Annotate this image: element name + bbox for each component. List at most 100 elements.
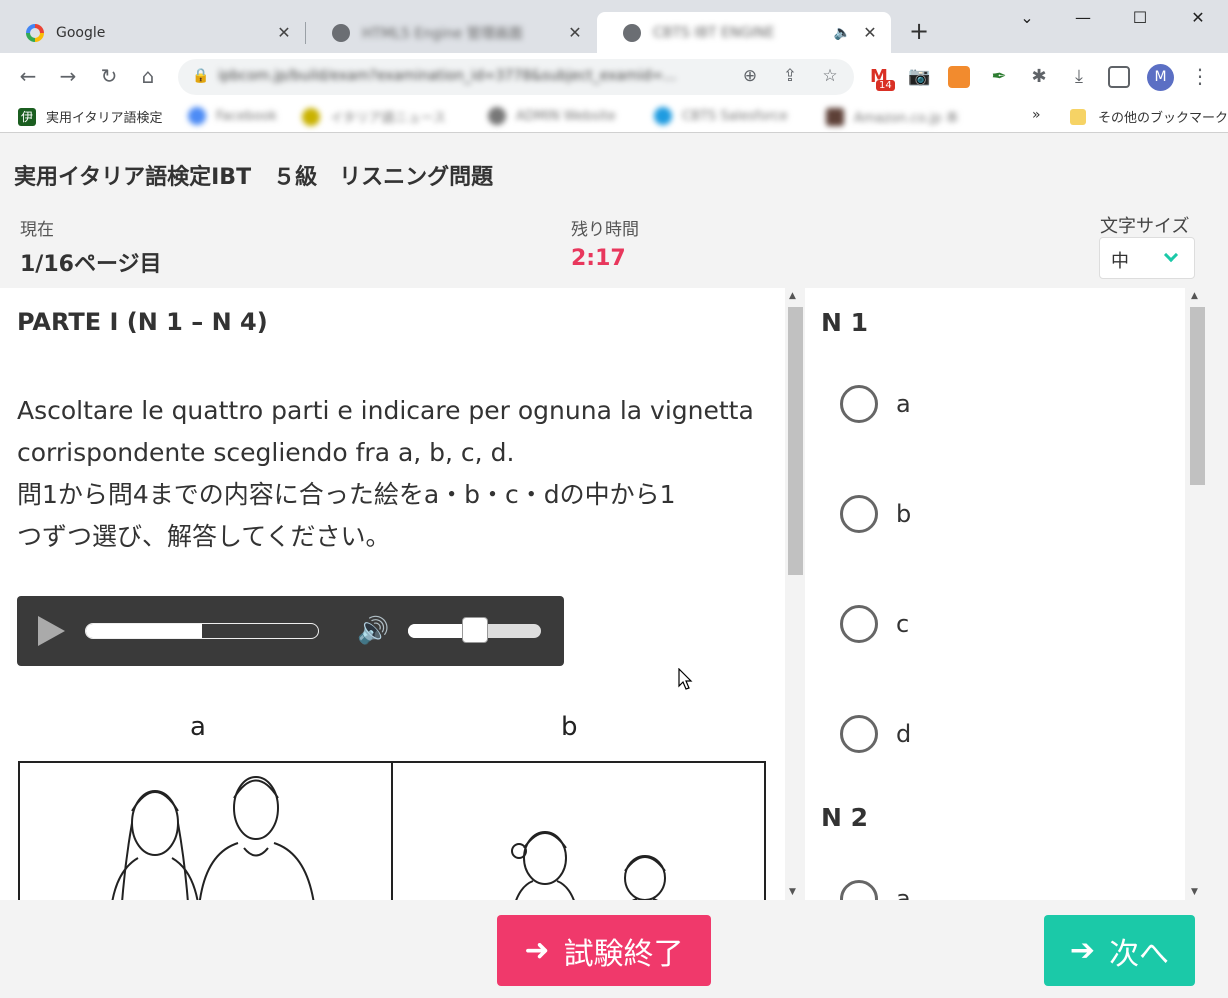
bookmark-favicon-icon bbox=[826, 107, 844, 126]
reload-icon[interactable]: ↻ bbox=[95, 64, 123, 88]
minimize-icon[interactable]: — bbox=[1068, 8, 1098, 27]
maximize-icon[interactable]: ☐ bbox=[1125, 8, 1155, 27]
option-n1-d[interactable]: d bbox=[840, 715, 911, 753]
current-page-label: 現在 bbox=[20, 220, 54, 240]
scroll-up-icon[interactable]: ▲ bbox=[789, 291, 796, 301]
pen-extension-icon[interactable]: ✒ bbox=[988, 66, 1010, 88]
profile-avatar[interactable]: M bbox=[1147, 64, 1174, 91]
speaker-icon[interactable]: 🔈 bbox=[834, 25, 851, 41]
answer-pane[interactable]: N 1 a b c d N 2 a bbox=[805, 288, 1185, 900]
end-exam-button[interactable]: ➜ 試験終了 bbox=[497, 915, 711, 986]
camera-icon[interactable]: 📷 bbox=[908, 66, 930, 88]
bookmarks-overflow-button[interactable]: » bbox=[1032, 107, 1041, 123]
tab-title: CBTS IBT ENGINE bbox=[653, 24, 775, 41]
font-size-value: 中 bbox=[1111, 251, 1129, 272]
volume-knob[interactable] bbox=[461, 617, 488, 643]
exam-page: 実用イタリア語検定IBT ５級 リスニング問題 現在 1/16ページ目 残り時間… bbox=[0, 141, 1228, 998]
close-tab-icon[interactable]: ✕ bbox=[566, 23, 584, 42]
bookmark-item[interactable]: Facebook bbox=[188, 107, 277, 125]
option-n2-a[interactable]: a bbox=[840, 880, 911, 900]
scroll-thumb[interactable] bbox=[1190, 307, 1205, 485]
close-tab-icon[interactable]: ✕ bbox=[275, 23, 293, 42]
forward-icon[interactable]: → bbox=[54, 64, 82, 88]
close-tab-icon[interactable]: ✕ bbox=[861, 23, 879, 42]
home-icon[interactable]: ⌂ bbox=[134, 64, 162, 88]
next-label: 次へ bbox=[1109, 936, 1170, 972]
url-text: ipbcom.jp/build/exam?examination_id=3778… bbox=[218, 68, 677, 84]
radio-button[interactable] bbox=[840, 880, 878, 900]
radio-button[interactable] bbox=[840, 605, 878, 643]
zoom-icon[interactable]: ⊕ bbox=[738, 66, 762, 86]
tab-admin[interactable]: HTML5 Engine 管理画面 ✕ bbox=[306, 12, 596, 53]
audio-progress-fill bbox=[86, 624, 202, 638]
bookmark-item[interactable]: ADMIN Website bbox=[488, 107, 616, 125]
font-size-label: 文字サイズ bbox=[1100, 216, 1190, 237]
option-n1-c[interactable]: c bbox=[840, 605, 909, 643]
question-pane-scrollbar[interactable]: ▲ ▼ bbox=[785, 288, 803, 900]
extensions-puzzle-icon[interactable]: ✱ bbox=[1028, 66, 1050, 88]
back-icon[interactable]: ← bbox=[14, 64, 42, 88]
section-title: PARTE I (N 1 – N 4) bbox=[17, 308, 268, 336]
radio-button[interactable] bbox=[840, 385, 878, 423]
bookmark-item[interactable]: イタリア語ニュース bbox=[302, 107, 446, 126]
picture-label-b: b bbox=[561, 712, 578, 742]
browser-toolbar: ← → ↻ ⌂ 🔒 ipbcom.jp/build/exam?examinati… bbox=[0, 53, 1228, 101]
bookmark-item[interactable]: CBTS Salesforce bbox=[654, 107, 788, 125]
globe-favicon-icon bbox=[332, 23, 350, 42]
remaining-time-label: 残り時間 bbox=[571, 220, 639, 240]
download-icon[interactable]: ⤓ bbox=[1068, 66, 1090, 88]
option-n1-b[interactable]: b bbox=[840, 495, 911, 533]
volume-icon[interactable]: 🔊 bbox=[357, 616, 389, 646]
google-favicon-icon bbox=[26, 23, 44, 42]
bookmark-star-icon[interactable]: ☆ bbox=[818, 66, 842, 86]
volume-slider[interactable] bbox=[408, 617, 541, 643]
folder-icon bbox=[1070, 108, 1086, 125]
scroll-thumb[interactable] bbox=[788, 307, 803, 575]
question-n2-label: N 2 bbox=[821, 803, 869, 832]
question-pane[interactable]: PARTE I (N 1 – N 4) Ascoltare le quattro… bbox=[0, 288, 785, 900]
bookmark-favicon-icon bbox=[654, 107, 672, 125]
mouse-cursor-icon bbox=[678, 668, 693, 690]
tab-title: Google bbox=[56, 24, 106, 41]
share-icon[interactable]: ⇪ bbox=[778, 66, 802, 86]
instruction-it-line: corrispondente scegliendo fra a, b, c, d… bbox=[17, 438, 515, 467]
menu-kebab-icon[interactable]: ⋮ bbox=[1186, 64, 1214, 88]
bookmark-favicon-icon bbox=[188, 107, 206, 125]
answer-pane-scrollbar[interactable]: ▲ ▼ bbox=[1187, 288, 1205, 900]
lock-icon: 🔒 bbox=[192, 68, 210, 84]
scroll-down-icon[interactable]: ▼ bbox=[1191, 887, 1198, 897]
globe-favicon-icon bbox=[623, 23, 641, 42]
tab-google[interactable]: Google ✕ bbox=[0, 12, 305, 53]
instruction-ja-line: つずつ選び、解答してください。 bbox=[17, 522, 391, 551]
current-page-value: 1/16ページ目 bbox=[20, 252, 162, 277]
chevron-down-icon bbox=[1163, 247, 1179, 263]
audio-progress-bar[interactable] bbox=[85, 623, 319, 639]
picture-label-a: a bbox=[190, 712, 206, 742]
tab-search-icon[interactable]: ⌄ bbox=[1012, 8, 1042, 27]
side-panel-icon[interactable] bbox=[1108, 66, 1130, 88]
next-button[interactable]: ➔ 次へ bbox=[1044, 915, 1195, 986]
new-tab-button[interactable]: + bbox=[906, 18, 932, 44]
remaining-time-value: 2:17 bbox=[571, 246, 626, 271]
question-n1-label: N 1 bbox=[821, 308, 869, 337]
scroll-up-icon[interactable]: ▲ bbox=[1191, 291, 1198, 301]
scroll-down-icon[interactable]: ▼ bbox=[789, 887, 796, 897]
close-window-icon[interactable]: ✕ bbox=[1183, 8, 1213, 27]
illustration-b bbox=[393, 763, 766, 900]
tab-title: HTML5 Engine 管理画面 bbox=[362, 25, 523, 42]
address-bar[interactable]: 🔒 ipbcom.jp/build/exam?examination_id=37… bbox=[178, 59, 854, 95]
font-size-select[interactable]: 中 bbox=[1099, 237, 1195, 279]
bookmarks-bar: 伊 実用イタリア語検定 Facebook イタリア語ニュース ADMIN Web… bbox=[0, 101, 1228, 133]
analytics-extension-icon[interactable] bbox=[948, 66, 970, 88]
bookmark-item[interactable]: 伊 実用イタリア語検定 bbox=[18, 107, 162, 126]
play-icon[interactable] bbox=[38, 616, 65, 646]
exam-title: 実用イタリア語検定IBT ５級 リスニング問題 bbox=[14, 165, 494, 190]
bookmark-item[interactable]: Amazon.co.jp 本 bbox=[826, 107, 959, 126]
other-bookmarks-folder[interactable]: その他のブックマーク bbox=[1070, 107, 1228, 126]
radio-button[interactable] bbox=[840, 495, 878, 533]
option-n1-a[interactable]: a bbox=[840, 385, 911, 423]
radio-button[interactable] bbox=[840, 715, 878, 753]
gmail-badge: 14 bbox=[876, 80, 895, 91]
tab-exam-active[interactable]: CBTS IBT ENGINE 🔈 ✕ bbox=[597, 12, 891, 53]
bookmark-favicon-icon: 伊 bbox=[18, 107, 36, 126]
